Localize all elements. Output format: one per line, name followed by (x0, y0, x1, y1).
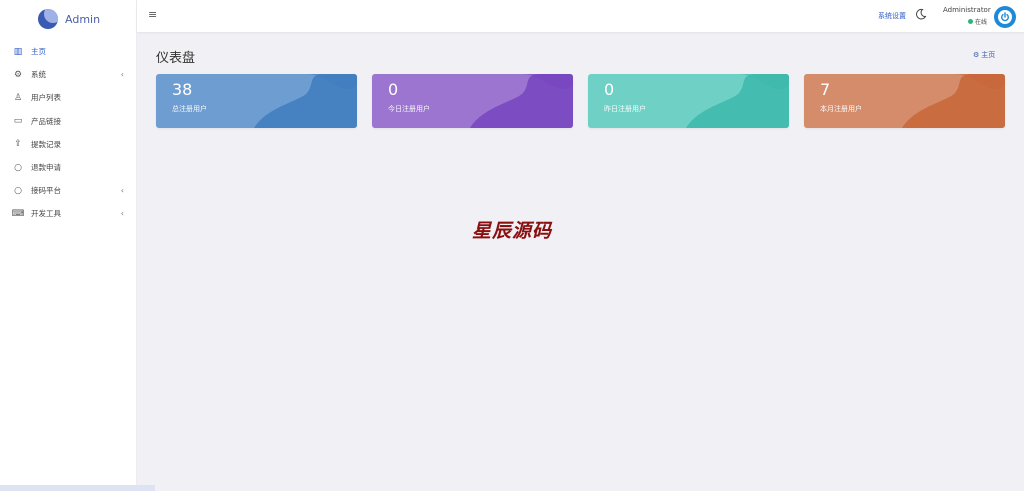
system-settings-link[interactable]: 系统设置 (878, 11, 906, 21)
brand-name: Admin (65, 12, 101, 26)
chevron-left-icon[interactable]: ‹ (121, 70, 124, 79)
stat-card[interactable]: 0 昨日注册用户 (588, 74, 789, 128)
export-icon: ⇪ (14, 139, 22, 150)
logo-icon (38, 9, 58, 29)
dashboard-icon: ⚙ (973, 51, 980, 59)
sidebar-item-label: 接码平台 (31, 186, 61, 196)
stat-card[interactable]: 38 总注册用户 (156, 74, 357, 128)
sidebar: Admin ▥ 主页 ⚙ 系统 ‹ ♙ 用户列表 ▭ 产品链接 ⇪ 提款记录 ○ 退款申请 ○ 接码平台 ‹ ⌨… (0, 0, 155, 491)
breadcrumb-home[interactable]: 主页 (981, 50, 995, 60)
stat-card[interactable]: 0 今日注册用户 (372, 74, 573, 128)
sidebar-item-label: 用户列表 (31, 93, 61, 103)
circle-icon: ○ (14, 185, 22, 196)
sidebar-item-4[interactable]: ⇪ 提款记录 (0, 133, 136, 156)
sidebar-item-3[interactable]: ▭ 产品链接 (0, 110, 136, 133)
wave-decoration (902, 74, 1005, 128)
sidebar-item-5[interactable]: ○ 退款申请 (0, 156, 136, 179)
chart-icon: ▥ (13, 46, 23, 57)
user-name[interactable]: Administrator (943, 6, 991, 14)
stat-label: 总注册用户 (172, 105, 207, 113)
stat-value: 38 (172, 80, 193, 99)
stat-value: 7 (820, 80, 831, 99)
top-bar: ≡ 系统设置 Administrator 在线 (137, 0, 1024, 32)
keyboard-icon: ⌨ (11, 208, 25, 219)
sidebar-item-1[interactable]: ⚙ 系统 ‹ (0, 63, 136, 86)
online-dot-icon (968, 19, 973, 24)
power-icon (998, 10, 1012, 24)
brand[interactable]: Admin (0, 0, 136, 38)
wave-decoration (686, 74, 789, 128)
sidebar-item-2[interactable]: ♙ 用户列表 (0, 86, 136, 109)
moon-icon[interactable] (915, 8, 927, 20)
sidebar-item-label: 开发工具 (31, 209, 61, 219)
online-status: 在线 (968, 17, 987, 26)
breadcrumb[interactable]: ⚙ 主页 (973, 50, 995, 60)
stat-value: 0 (388, 80, 399, 99)
sidebar-item-label: 系统 (31, 70, 46, 80)
sidebar-item-label: 提款记录 (31, 139, 61, 149)
sidebar-item-0[interactable]: ▥ 主页 (0, 40, 136, 63)
sidebar-item-label: 退款申请 (31, 163, 61, 173)
watermark-text: 星辰源码 (472, 220, 553, 242)
sidebar-item-6[interactable]: ○ 接码平台 ‹ (0, 179, 136, 202)
online-status-label: 在线 (975, 19, 988, 26)
gear-icon: ⚙ (13, 69, 23, 80)
sidebar-menu: ▥ 主页 ⚙ 系统 ‹ ♙ 用户列表 ▭ 产品链接 ⇪ 提款记录 ○ 退款申请 ○ 接码平台 ‹ ⌨ 开发工具 ‹ (0, 40, 136, 226)
sidebar-item-label: 主页 (31, 47, 46, 57)
monitor-icon: ▭ (13, 116, 23, 127)
stat-card[interactable]: 7 本月注册用户 (804, 74, 1005, 128)
circle-icon: ○ (14, 162, 22, 173)
page-title: 仪表盘 (156, 51, 196, 66)
stat-value: 0 (604, 80, 615, 99)
user-icon: ♙ (13, 92, 23, 103)
chevron-left-icon[interactable]: ‹ (121, 209, 124, 218)
sidebar-item-label: 产品链接 (31, 116, 61, 126)
stat-label: 昨日注册用户 (604, 105, 646, 113)
wave-decoration (470, 74, 573, 128)
avatar[interactable] (994, 6, 1016, 28)
stat-label: 本月注册用户 (820, 105, 862, 113)
menu-toggle-icon[interactable]: ≡ (148, 8, 157, 21)
status-bar (0, 485, 155, 491)
stat-label: 今日注册用户 (388, 105, 430, 113)
sidebar-item-7[interactable]: ⌨ 开发工具 ‹ (0, 202, 136, 225)
chevron-left-icon[interactable]: ‹ (121, 186, 124, 195)
